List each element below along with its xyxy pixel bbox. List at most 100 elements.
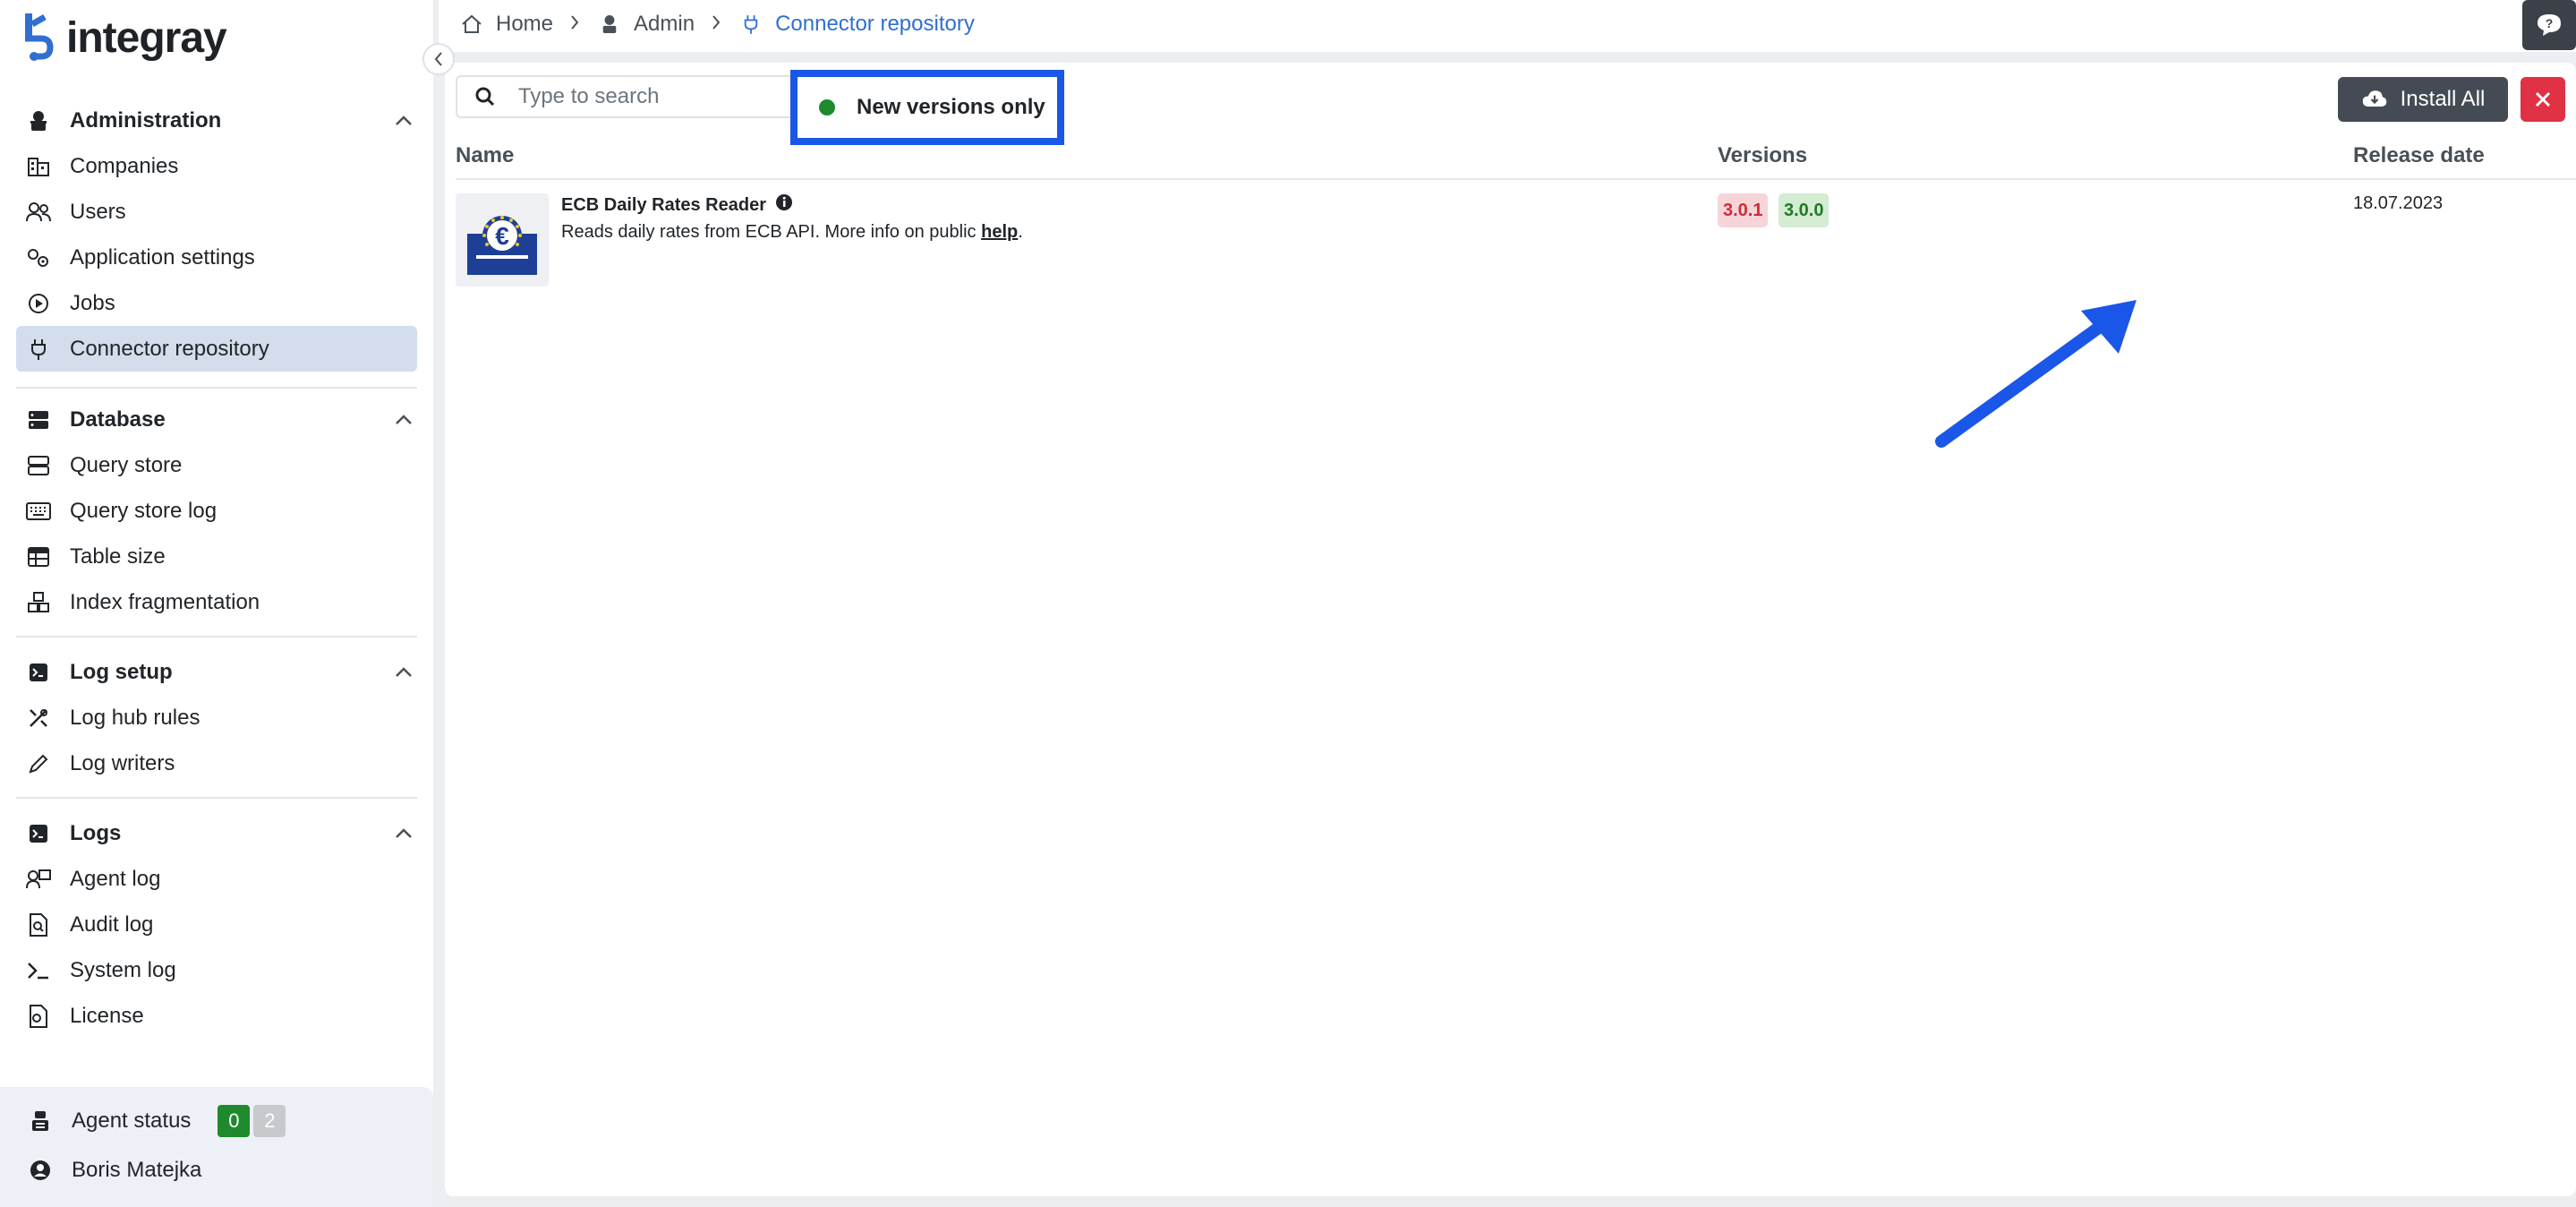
license-icon	[25, 1003, 52, 1030]
sidebar-item-agent-log[interactable]: Agent log	[16, 856, 417, 902]
chevron-up-icon[interactable]	[390, 107, 417, 134]
sidebar-item-table-size[interactable]: Table size	[16, 534, 417, 579]
section-header-database[interactable]: Database	[16, 398, 417, 442]
sidebar-item-connector-repository[interactable]: Connector repository	[16, 326, 417, 372]
logo[interactable]: integray	[21, 9, 227, 66]
connector-name[interactable]: ECB Daily Rates Reader	[561, 193, 793, 217]
section-title: Log setup	[70, 660, 173, 684]
main-panel: New versions only Install All Name Versi…	[445, 63, 2576, 1196]
sidebar-item-query-store[interactable]: Query store	[16, 442, 417, 488]
sidebar-item-label: Audit log	[70, 912, 154, 937]
new-versions-only-toggle[interactable]: New versions only	[790, 70, 1064, 145]
description-text: Reads daily rates from ECB API. More inf…	[561, 222, 982, 242]
sidebar-item-label: Table size	[70, 544, 166, 569]
sidebar-item-audit-log[interactable]: Audit log	[16, 902, 417, 947]
chat-button[interactable]: ?	[2522, 0, 2576, 50]
sidebar-item-label: Log hub rules	[70, 705, 200, 730]
sidebar-item-log-hub-rules[interactable]: Log hub rules	[16, 695, 417, 740]
sidebar-divider	[16, 387, 417, 389]
sidebar-item-label: Query store	[70, 452, 183, 477]
sidebar-item-companies[interactable]: Companies	[16, 143, 417, 189]
chevron-up-icon[interactable]	[390, 820, 417, 847]
help-link[interactable]: help	[981, 222, 1018, 242]
chevron-up-icon[interactable]	[390, 407, 417, 433]
terminal-icon	[25, 659, 52, 686]
nav-section-logs: Logs Agent log Audit log System log Lice…	[16, 811, 417, 1039]
keyboard-icon	[25, 498, 52, 525]
top-bar: Home Admin Connector repository ?	[439, 0, 2576, 52]
database-icon	[25, 407, 52, 433]
connector-description: Reads daily rates from ECB API. More inf…	[561, 222, 1023, 243]
sidebar-item-label: Connector repository	[70, 336, 269, 361]
sidebar-item-users[interactable]: Users	[16, 189, 417, 235]
column-header-versions[interactable]: Versions	[1718, 143, 1807, 168]
users-icon	[25, 199, 52, 226]
companies-icon	[25, 153, 52, 180]
sidebar-item-label: Index fragmentation	[70, 589, 260, 614]
agent-log-icon	[25, 866, 52, 893]
collapse-sidebar-button[interactable]	[422, 43, 455, 75]
agent-online-count: 0	[218, 1105, 251, 1137]
install-all-button[interactable]: Install All	[2338, 77, 2508, 122]
toggle-label: New versions only	[857, 95, 1045, 119]
agent-status[interactable]: Agent status 0 2	[27, 1105, 286, 1137]
version-badge-available[interactable]: 3.0.0	[1778, 193, 1830, 227]
sidebar-item-label: Users	[70, 199, 126, 224]
sidebar-item-query-store-log[interactable]: Query store log	[16, 488, 417, 534]
section-header-logs[interactable]: Logs	[16, 811, 417, 856]
install-all-label: Install All	[2400, 87, 2486, 111]
section-header-administration[interactable]: Administration	[16, 98, 417, 143]
breadcrumb-home[interactable]: Home	[458, 11, 553, 38]
sidebar-item-jobs[interactable]: Jobs	[16, 280, 417, 326]
section-title: Administration	[70, 108, 222, 133]
sidebar: integray Administration Companies Users …	[0, 0, 433, 1207]
nav-section-log-setup: Log setup Log hub rules Log writers	[16, 650, 417, 786]
svg-text:?: ?	[2546, 16, 2554, 30]
version-badge-installed[interactable]: 3.0.1	[1718, 193, 1769, 227]
sidebar-footer: Agent status 0 2 Boris Matejka	[0, 1087, 433, 1207]
section-header-log-setup[interactable]: Log setup	[16, 650, 417, 695]
chevron-right-icon	[569, 12, 580, 37]
user-profile[interactable]: Boris Matejka	[27, 1157, 201, 1184]
toggle-status-dot	[819, 99, 835, 116]
info-icon[interactable]	[775, 193, 793, 217]
sidebar-item-label: System log	[70, 957, 176, 982]
nav-section-administration: Administration Companies Users Applicati…	[16, 98, 417, 372]
chevron-up-icon[interactable]	[390, 659, 417, 686]
pencil-icon	[25, 750, 52, 777]
sidebar-item-system-log[interactable]: System log	[16, 947, 417, 993]
sidebar-item-index-fragmentation[interactable]: Index fragmentation	[16, 579, 417, 625]
nav-section-database: Database Query store Query store log Tab…	[16, 398, 417, 625]
sidebar-item-label: Query store log	[70, 498, 218, 523]
sidebar-item-license[interactable]: License	[16, 993, 417, 1039]
close-icon	[2529, 86, 2556, 113]
agent-icon	[27, 1108, 54, 1134]
section-title: Database	[70, 407, 166, 432]
sidebar-item-label: License	[70, 1003, 144, 1028]
close-button[interactable]	[2521, 77, 2565, 122]
server-icon	[25, 452, 52, 479]
table-header-divider	[456, 178, 2576, 180]
breadcrumb-connector-repository[interactable]: Connector repository	[738, 11, 975, 38]
column-header-name[interactable]: Name	[456, 143, 514, 168]
sidebar-item-log-writers[interactable]: Log writers	[16, 740, 417, 786]
logo-icon	[25, 13, 54, 61]
connector-name-text: ECB Daily Rates Reader	[561, 194, 766, 215]
breadcrumb: Home Admin Connector repository	[458, 11, 975, 38]
breadcrumb-admin[interactable]: Admin	[596, 11, 695, 38]
boxes-icon	[25, 589, 52, 616]
home-icon	[458, 11, 485, 38]
search-icon	[472, 83, 499, 110]
agent-offline-count: 2	[253, 1105, 286, 1137]
chevron-right-icon	[711, 12, 721, 37]
plug-icon	[25, 336, 52, 363]
breadcrumb-label: Connector repository	[775, 12, 975, 36]
tools-icon	[25, 705, 52, 732]
sidebar-item-application-settings[interactable]: Application settings	[16, 235, 417, 280]
sidebar-item-label: Agent log	[70, 866, 161, 891]
sidebar-divider	[16, 636, 417, 638]
breadcrumb-label: Home	[496, 12, 554, 36]
play-circle-icon	[25, 290, 52, 317]
column-header-release-date[interactable]: Release date	[2353, 143, 2485, 168]
description-suffix: .	[1018, 222, 1023, 242]
